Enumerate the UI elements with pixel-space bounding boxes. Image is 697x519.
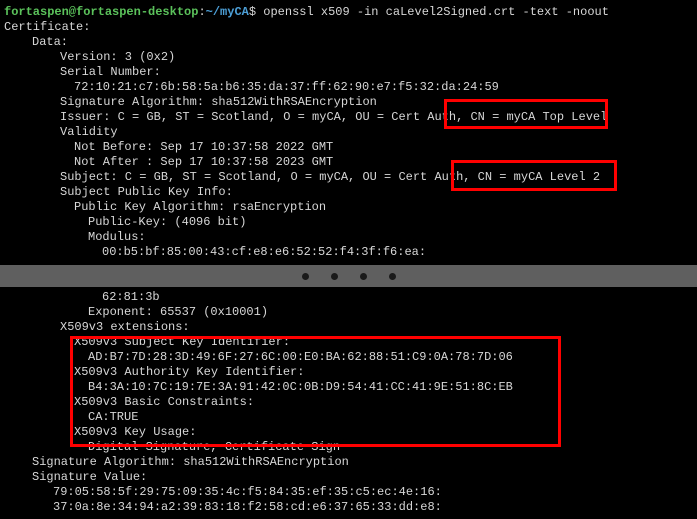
- ku-value: Digital Signature, Certificate Sign: [4, 440, 693, 455]
- serial-value: 72:10:21:c7:6b:58:5a:b6:35:da:37:ff:62:9…: [4, 80, 693, 95]
- not-after: Not After : Sep 17 10:37:58 2023 GMT: [4, 155, 693, 170]
- exponent: Exponent: 65537 (0x10001): [4, 305, 693, 320]
- ext-label: X509v3 extensions:: [4, 320, 693, 335]
- pubalg: Public Key Algorithm: rsaEncryption: [4, 200, 693, 215]
- data-label: Data:: [4, 35, 693, 50]
- spki: Subject Public Key Info:: [4, 185, 693, 200]
- version: Version: 3 (0x2): [4, 50, 693, 65]
- aki-value: B4:3A:10:7C:19:7E:3A:91:42:0C:0B:D9:54:4…: [4, 380, 693, 395]
- modulus-label: Modulus:: [4, 230, 693, 245]
- sigval-label: Signature Value:: [4, 470, 693, 485]
- bc-label: X509v3 Basic Constraints:: [4, 395, 693, 410]
- not-before: Not Before: Sep 17 10:37:58 2022 GMT: [4, 140, 693, 155]
- subject-cn: CN = myCA Level 2: [478, 170, 600, 184]
- validity: Validity: [4, 125, 693, 140]
- bc-value: CA:TRUE: [4, 410, 693, 425]
- sig-line2: 37:0a:8e:34:94:a2:39:83:18:f2:58:cd:e6:3…: [4, 500, 693, 515]
- loading-dot: [302, 273, 309, 280]
- aki-label: X509v3 Authority Key Identifier:: [4, 365, 693, 380]
- mod-line3: 62:81:3b: [4, 290, 693, 305]
- sigalg: Signature Algorithm: sha512WithRSAEncryp…: [4, 95, 693, 110]
- prompt-sep: :: [198, 5, 205, 19]
- prompt-path: ~/myCA: [206, 5, 249, 19]
- mod-line1: 00:b5:bf:85:00:43:cf:e8:e6:52:52:f4:3f:f…: [4, 245, 693, 260]
- prompt-line: fortaspen@fortaspen-desktop:~/myCA$ open…: [4, 5, 693, 20]
- loading-overlay: [0, 265, 697, 287]
- loading-dot: [389, 273, 396, 280]
- issuer-line: Issuer: C = GB, ST = Scotland, O = myCA,…: [4, 110, 693, 125]
- loading-dot: [360, 273, 367, 280]
- ski-value: AD:B7:7D:28:3D:49:6F:27:6C:00:E0:BA:62:8…: [4, 350, 693, 365]
- ski-label: X509v3 Subject Key Identifier:: [4, 335, 693, 350]
- prompt-user: fortaspen@fortaspen-desktop: [4, 5, 198, 19]
- serial-label: Serial Number:: [4, 65, 693, 80]
- sig-line1: 79:05:58:5f:29:75:09:35:4c:f5:84:35:ef:3…: [4, 485, 693, 500]
- subject-line: Subject: C = GB, ST = Scotland, O = myCA…: [4, 170, 693, 185]
- sigalg2: Signature Algorithm: sha512WithRSAEncryp…: [4, 455, 693, 470]
- subject-head: Subject: C = GB, ST = Scotland, O = myCA…: [60, 170, 478, 184]
- issuer-cn: CN = myCA Top Level: [470, 110, 607, 124]
- terminal[interactable]: fortaspen@fortaspen-desktop:~/myCA$ open…: [0, 0, 697, 519]
- prompt-dollar: $: [249, 5, 256, 19]
- cert-title: Certificate:: [4, 20, 693, 35]
- pubkey-bits: Public-Key: (4096 bit): [4, 215, 693, 230]
- issuer-head: Issuer: C = GB, ST = Scotland, O = myCA,…: [60, 110, 470, 124]
- ku-label: X509v3 Key Usage:: [4, 425, 693, 440]
- command-text: openssl x509 -in caLevel2Signed.crt -tex…: [263, 5, 609, 19]
- loading-dot: [331, 273, 338, 280]
